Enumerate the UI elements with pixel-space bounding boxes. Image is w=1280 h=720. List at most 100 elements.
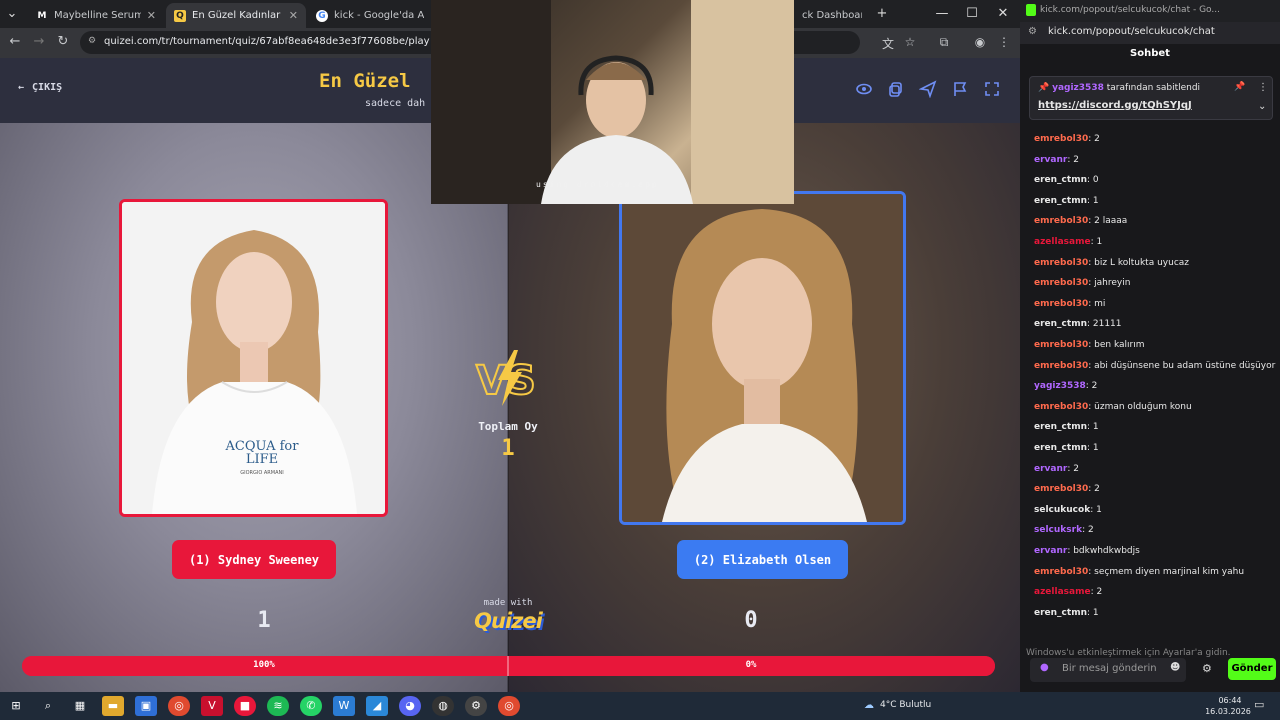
vs-logo-icon: VS <box>474 348 544 408</box>
profile-icon[interactable]: ◉ <box>972 35 988 49</box>
copy-icon[interactable] <box>885 80 907 102</box>
exit-label: ÇIKIŞ <box>32 82 63 93</box>
steam-icon[interactable]: ⚙ <box>465 696 487 716</box>
contestant-1-image[interactable]: ACQUA for LIFE GIORGIO ARMANI <box>119 199 388 517</box>
tab-dashboard[interactable]: ck Dashboard <box>794 3 870 28</box>
chat-username[interactable]: selcuksrk <box>1034 525 1082 535</box>
clock-date[interactable]: 16.03.2026 <box>1197 707 1259 716</box>
chat-text: : 0 <box>1086 175 1099 186</box>
chat-username[interactable]: eren_ctmn <box>1034 319 1087 329</box>
chat-username[interactable]: ervanr <box>1034 546 1067 556</box>
extensions-icon[interactable]: ⧉ <box>936 35 952 50</box>
contestant-2-percent: 0% <box>745 660 757 670</box>
chat-username[interactable]: emrebol30 <box>1034 484 1088 494</box>
chat-username[interactable]: yagiz3538 <box>1034 381 1086 391</box>
chevron-down-icon[interactable]: ⌄ <box>1258 101 1266 112</box>
chat-input[interactable]: ● Bir mesaj gönderin ☻ <box>1030 658 1186 682</box>
contestant-1-button[interactable]: (1) Sydney Sweeney <box>172 540 336 579</box>
chat-text: : abi düşünsene bu adam üstüne düşüyor <box>1088 360 1276 371</box>
discord-icon[interactable]: ◕ <box>399 696 421 716</box>
chat-username[interactable]: eren_ctmn <box>1034 196 1087 206</box>
chat-username[interactable]: emrebol30 <box>1034 216 1088 226</box>
close-icon[interactable]: ✕ <box>289 9 298 22</box>
chat-message: emrebol30: 2 laaaa <box>1034 216 1127 226</box>
store-icon[interactable]: ▣ <box>135 696 157 716</box>
contestant-2-votes: 0 <box>744 608 758 633</box>
flag-icon[interactable] <box>949 80 971 102</box>
close-icon[interactable]: ✕ <box>147 9 156 22</box>
chat-username[interactable]: emrebol30 <box>1034 278 1088 288</box>
chat-username[interactable]: emrebol30 <box>1034 299 1088 309</box>
chat-message: emrebol30: 2 <box>1034 134 1100 144</box>
chrome-icon[interactable]: ◎ <box>168 696 190 716</box>
chat-username[interactable]: azellasame <box>1034 587 1091 597</box>
eye-icon[interactable] <box>853 80 875 102</box>
emoji-icon[interactable]: ☻ <box>1170 662 1180 673</box>
search-icon[interactable]: ⌕ <box>37 696 59 716</box>
tab-maybelline[interactable]: M Maybelline Serum Lipstick ✕ <box>28 3 164 28</box>
tab-quiz[interactable]: Q En Güzel Kadınlar (Güncel) ✕ <box>166 3 306 28</box>
menu-kebab-icon[interactable]: ⋮ <box>996 35 1012 49</box>
chat-username[interactable]: azellasame <box>1034 237 1091 247</box>
notification-icon[interactable]: ▭ <box>1254 698 1264 711</box>
chat-window-title: kick.com/popout/selcukucok/chat - Go... <box>1020 0 1280 22</box>
clock-time[interactable]: 06:44 <box>1205 696 1255 705</box>
mic-icon[interactable]: ● <box>1040 662 1049 673</box>
chat-username[interactable]: eren_ctmn <box>1034 422 1087 432</box>
tab-label: kick - Google'da Ara <box>334 10 424 21</box>
send-button[interactable]: Gönder <box>1228 658 1276 680</box>
maximize-icon[interactable]: ☐ <box>962 6 982 21</box>
office-icon[interactable]: W <box>333 696 355 716</box>
chat-settings-icon[interactable]: ⚙ <box>1202 662 1212 675</box>
chat-username[interactable]: emrebol30 <box>1034 134 1088 144</box>
pinned-user: yagiz3538 <box>1052 83 1104 93</box>
obs-icon[interactable]: ◍ <box>432 696 454 716</box>
new-tab-button[interactable]: + <box>872 6 892 21</box>
app-blue-icon[interactable]: ◢ <box>366 696 388 716</box>
chat-username[interactable]: eren_ctmn <box>1034 175 1087 185</box>
chat-username[interactable]: emrebol30 <box>1034 567 1088 577</box>
pinned-message[interactable]: 📌 yagiz3538 tarafından sabitlendi https:… <box>1029 76 1273 120</box>
task-view-icon[interactable]: ▦ <box>69 696 91 716</box>
unpin-icon[interactable]: 📌 <box>1234 82 1245 92</box>
chrome-active-icon[interactable]: ◎ <box>498 696 520 716</box>
contestant-2-button[interactable]: (2) Elizabeth Olsen <box>677 540 848 579</box>
file-explorer-icon[interactable]: ▬ <box>102 696 124 716</box>
chat-url-bar[interactable]: ⚙ kick.com/popout/selcukucok/chat <box>1020 22 1280 44</box>
contestant-2-image[interactable] <box>619 191 906 525</box>
pinned-link[interactable]: https://discord.gg/tQhSYJqJ <box>1038 100 1192 111</box>
chat-username[interactable]: emrebol30 <box>1034 340 1088 350</box>
weather-widget[interactable]: 4°C Bulutlu <box>880 700 931 710</box>
whatsapp-icon[interactable]: ✆ <box>300 696 322 716</box>
quizei-logo[interactable]: Quizei <box>472 609 544 633</box>
chat-username[interactable]: ervanr <box>1034 464 1067 474</box>
site-info-icon[interactable]: ⚙ <box>1028 26 1037 37</box>
chat-username[interactable]: selcukucok <box>1034 505 1090 515</box>
exit-button[interactable]: ← ÇIKIŞ <box>18 82 62 93</box>
valorant-icon[interactable]: V <box>201 696 223 716</box>
chat-message: ervanr: bdkwhdkwbdjs <box>1034 546 1140 556</box>
back-icon[interactable]: ← <box>6 34 24 49</box>
minimize-icon[interactable]: — <box>932 6 952 21</box>
send-icon[interactable] <box>917 80 939 102</box>
reload-icon[interactable]: ↻ <box>54 34 72 49</box>
forward-icon[interactable]: → <box>30 34 48 49</box>
chat-username[interactable]: emrebol30 <box>1034 361 1088 371</box>
close-window-icon[interactable]: ✕ <box>993 6 1013 21</box>
chat-username[interactable]: eren_ctmn <box>1034 608 1087 618</box>
start-icon[interactable]: ⊞ <box>5 696 27 716</box>
spotify-icon[interactable]: ≋ <box>267 696 289 716</box>
bookmark-star-icon[interactable]: ☆ <box>902 35 918 49</box>
chat-username[interactable]: emrebol30 <box>1034 402 1088 412</box>
pin-menu-icon[interactable]: ⋮ <box>1258 82 1268 93</box>
chat-username[interactable]: emrebol30 <box>1034 258 1088 268</box>
translate-icon[interactable]: 文 <box>880 35 896 52</box>
chat-message: yagiz3538: 2 <box>1034 381 1097 391</box>
fullscreen-icon[interactable] <box>981 80 1003 102</box>
app-red-icon[interactable]: ■ <box>234 696 256 716</box>
tab-google[interactable]: G kick - Google'da Ara <box>308 3 432 28</box>
site-info-icon[interactable]: ⚙ <box>88 36 96 46</box>
tab-search-icon[interactable]: ⌄ <box>2 6 22 21</box>
chat-username[interactable]: eren_ctmn <box>1034 443 1087 453</box>
chat-username[interactable]: ervanr <box>1034 155 1067 165</box>
